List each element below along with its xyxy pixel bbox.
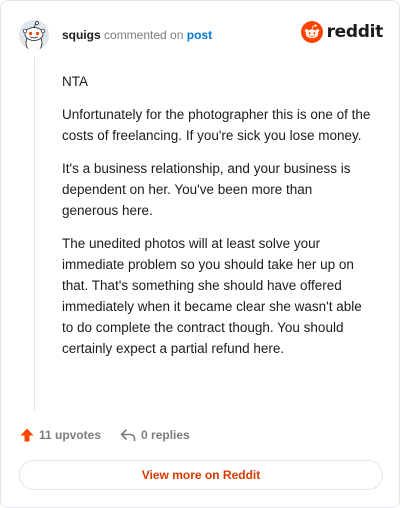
reply-arrow-icon (120, 429, 136, 442)
avatar[interactable] (19, 20, 49, 50)
post-link[interactable]: post (187, 28, 212, 42)
comment-body: NTA Unfortunately for the photographer t… (62, 71, 372, 371)
comment-paragraph: It's a business relationship, and your b… (62, 161, 351, 218)
comment-meta: squigs commented on post (62, 28, 212, 42)
upvote-arrow-icon (20, 428, 34, 442)
comment-paragraph: The unedited photos will at least solve … (62, 236, 362, 356)
comment-paragraph: Unfortunately for the photographer this … (62, 107, 371, 143)
thread-line (34, 57, 35, 411)
reddit-wordmark: reddit (326, 22, 384, 42)
reddit-logo-icon (300, 21, 323, 43)
reddit-logo[interactable]: reddit (300, 21, 384, 43)
snoo-avatar-icon (19, 20, 49, 50)
reply-count: 0 replies (141, 428, 190, 442)
view-more-button[interactable]: View more on Reddit (19, 460, 383, 490)
embed-card: squigs commented on post reddit NTA Unfo… (0, 0, 400, 508)
comment-header: squigs commented on post (19, 19, 212, 51)
upvote-button[interactable]: 11 upvotes (19, 427, 101, 443)
upvote-count: 11 upvotes (39, 428, 102, 442)
comment-paragraph: NTA (62, 74, 88, 89)
username[interactable]: squigs (62, 28, 101, 42)
action-text: commented on (104, 28, 184, 42)
comment-actions: 11 upvotes 0 replies (19, 425, 208, 445)
reply-button[interactable]: 0 replies (119, 427, 190, 443)
